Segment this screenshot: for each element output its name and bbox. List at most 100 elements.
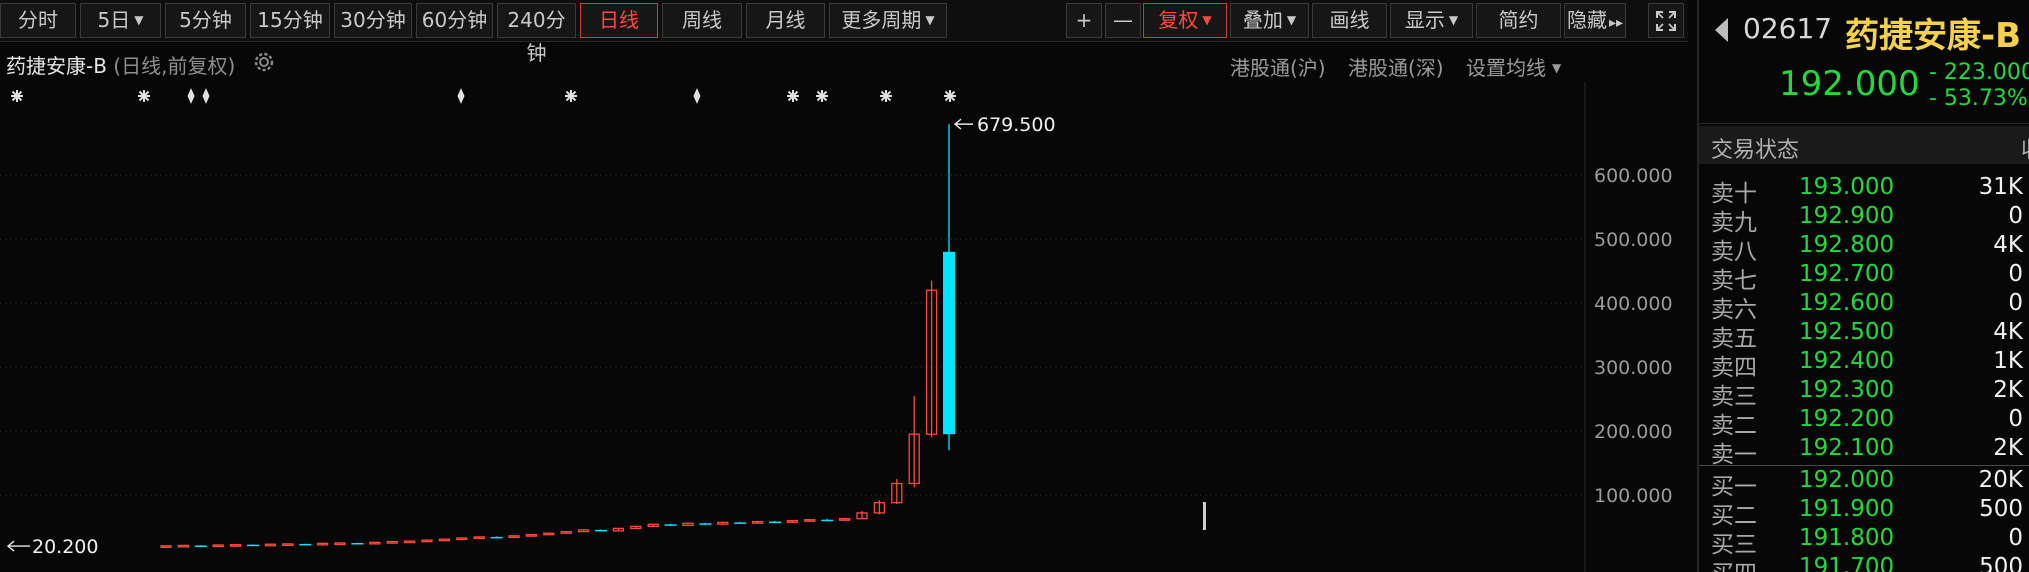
fullscreen-icon[interactable] xyxy=(1648,3,1684,38)
set-ma-label: 设置均线 xyxy=(1466,56,1546,80)
chevron-down-icon: ▼ xyxy=(1552,61,1562,75)
y-tick-label: 200.000 xyxy=(1594,421,1673,443)
level-price: 192.100 xyxy=(1799,435,1895,461)
level-label: 买四 xyxy=(1711,554,1757,572)
level-price: 192.900 xyxy=(1799,203,1895,229)
period-tab-6[interactable]: 240分钟 xyxy=(497,3,576,65)
display-button[interactable]: 显示 ▼ xyxy=(1390,3,1473,38)
ask-row[interactable]: 卖五 192.500 4K xyxy=(1699,319,2029,352)
candlestick-chart[interactable]: 100.000 200.000 300.000 400.000 500.000 600.0… xyxy=(0,82,1690,572)
ask-row[interactable]: 卖九 192.900 0 xyxy=(1699,203,2029,236)
zoom-out-button[interactable]: — xyxy=(1105,3,1141,38)
event-diamond-icon xyxy=(457,88,465,104)
candle-body xyxy=(282,543,294,547)
y-tick-label: 400.000 xyxy=(1594,293,1673,315)
overlay-button[interactable]: 叠加 ▼ xyxy=(1230,3,1309,38)
crosshair-plus-button[interactable]: + xyxy=(1066,3,1102,38)
gear-icon[interactable] xyxy=(252,50,276,74)
period-tab-5[interactable]: 60分钟 xyxy=(416,3,493,38)
level-price: 191.900 xyxy=(1799,496,1895,522)
tool-label: 复权 xyxy=(1158,8,1199,32)
simple-button[interactable]: 简约 xyxy=(1476,3,1561,38)
tool-label: — xyxy=(1113,8,1133,32)
low-arrow-icon xyxy=(6,540,30,552)
period-tab-10[interactable]: 更多周期 ▼ xyxy=(829,3,947,38)
period-tab-label: 周线 xyxy=(682,8,722,32)
adjust-button[interactable]: 复权 ▼ xyxy=(1143,3,1227,38)
level-price: 192.700 xyxy=(1799,261,1895,287)
y-tick-label: 300.000 xyxy=(1594,357,1673,379)
hide-button[interactable]: 隐藏 ▸▸ xyxy=(1564,3,1626,38)
level-price: 192.400 xyxy=(1799,348,1895,374)
ask-row[interactable]: 卖四 192.400 1K xyxy=(1699,348,2029,381)
ask-row[interactable]: 卖二 192.200 0 xyxy=(1699,406,2029,439)
level-price: 191.800 xyxy=(1799,525,1895,551)
level-volume: 0 xyxy=(2008,290,2023,316)
chevron-down-icon: ▼ xyxy=(1448,13,1459,27)
ask-row[interactable]: 卖三 192.300 2K xyxy=(1699,377,2029,410)
level-volume: 2K xyxy=(1993,377,2023,403)
chevron-down-icon: ▼ xyxy=(1202,13,1212,27)
period-tab-4[interactable]: 30分钟 xyxy=(334,3,412,38)
set-ma-link[interactable]: 设置均线 ▼ xyxy=(1466,52,1561,81)
candle-body xyxy=(299,543,312,546)
period-tab-8[interactable]: 周线 xyxy=(662,3,742,38)
quote-panel: 02617 药捷安康-B 192.000 - 223.000 - 53.73% … xyxy=(1697,0,2029,572)
period-tab-7[interactable]: 日线 xyxy=(580,3,658,38)
level-price: 192.600 xyxy=(1799,290,1895,316)
y-tick-label: 100.000 xyxy=(1594,485,1673,507)
chart-header: 药捷安康-B (日线,前复权) 港股通(沪) 港股通(深) 设置均线 ▼ xyxy=(0,44,1585,82)
candle-body xyxy=(734,522,747,524)
bid-row[interactable]: 买二 191.900 500 xyxy=(1699,496,2029,529)
candle-body xyxy=(160,545,172,548)
candle-body xyxy=(334,542,346,546)
ask-row[interactable]: 卖六 192.600 0 xyxy=(1699,290,2029,323)
candle-body xyxy=(943,251,955,435)
bid-row[interactable]: 买一 192.000 20K xyxy=(1699,467,2029,500)
level-volume: 20K xyxy=(1978,467,2023,493)
ask-row[interactable]: 卖一 192.100 2K xyxy=(1699,435,2029,468)
stock-chart-app: 分时 5日 ▼ 5分钟 15分钟 30分钟 60分钟 240分钟 日线 周线 月线 更多周期 ▼ + — 复权… xyxy=(0,0,2029,572)
back-arrow-icon[interactable] xyxy=(1715,18,1728,42)
chevron-down-icon: ▼ xyxy=(925,13,935,27)
period-tab-label: 15分钟 xyxy=(257,8,323,32)
tool-label: 叠加 xyxy=(1242,8,1283,32)
bid-row[interactable]: 买三 191.800 0 xyxy=(1699,525,2029,558)
level-volume: 4K xyxy=(1993,232,2023,258)
period-tab-label: 月线 xyxy=(765,8,806,32)
link-hk-connect-sz[interactable]: 港股通(深) xyxy=(1348,52,1444,81)
level-price: 192.800 xyxy=(1799,232,1895,258)
event-star-icon xyxy=(787,90,799,102)
period-tab-2[interactable]: 5分钟 xyxy=(165,3,246,38)
ask-row[interactable]: 卖八 192.800 4K xyxy=(1699,232,2029,265)
period-tab-label: 日线 xyxy=(599,8,639,32)
candle-body xyxy=(699,523,712,525)
period-tab-3[interactable]: 15分钟 xyxy=(250,3,330,38)
candle-body xyxy=(664,524,677,526)
candle-body xyxy=(595,529,607,532)
period-tab-1[interactable]: 5日 ▼ xyxy=(80,3,161,38)
bid-row[interactable]: 买四 191.700 500 xyxy=(1699,554,2029,572)
tool-label: 显示 xyxy=(1404,8,1445,32)
period-tab-0[interactable]: 分时 xyxy=(0,3,76,38)
tool-label: + xyxy=(1075,8,1093,32)
period-tab-label: 5分钟 xyxy=(179,8,232,32)
period-tab-9[interactable]: 月线 xyxy=(746,3,825,38)
link-hk-connect-sh[interactable]: 港股通(沪) xyxy=(1230,52,1326,81)
ask-row[interactable]: 卖十 193.000 31K xyxy=(1699,174,2029,207)
candle-body xyxy=(194,545,207,547)
draw-line-button[interactable]: 画线 xyxy=(1312,3,1387,38)
period-tab-label: 30分钟 xyxy=(340,8,406,32)
trade-status-value: 收 xyxy=(2021,132,2029,164)
event-diamond-icon xyxy=(187,88,195,104)
candle-body xyxy=(351,543,364,545)
quote-header: 02617 药捷安康-B 192.000 - 223.000 - 53.73% xyxy=(1699,0,2029,124)
event-diamond-icon xyxy=(693,88,701,104)
candle-body xyxy=(490,536,503,539)
level-price: 192.000 xyxy=(1799,467,1895,493)
high-arrow-icon xyxy=(953,118,973,130)
event-star-icon xyxy=(11,90,23,102)
period-tab-label: 60分钟 xyxy=(421,8,488,32)
event-diamond-icon xyxy=(202,88,210,104)
ask-row[interactable]: 卖七 192.700 0 xyxy=(1699,261,2029,294)
